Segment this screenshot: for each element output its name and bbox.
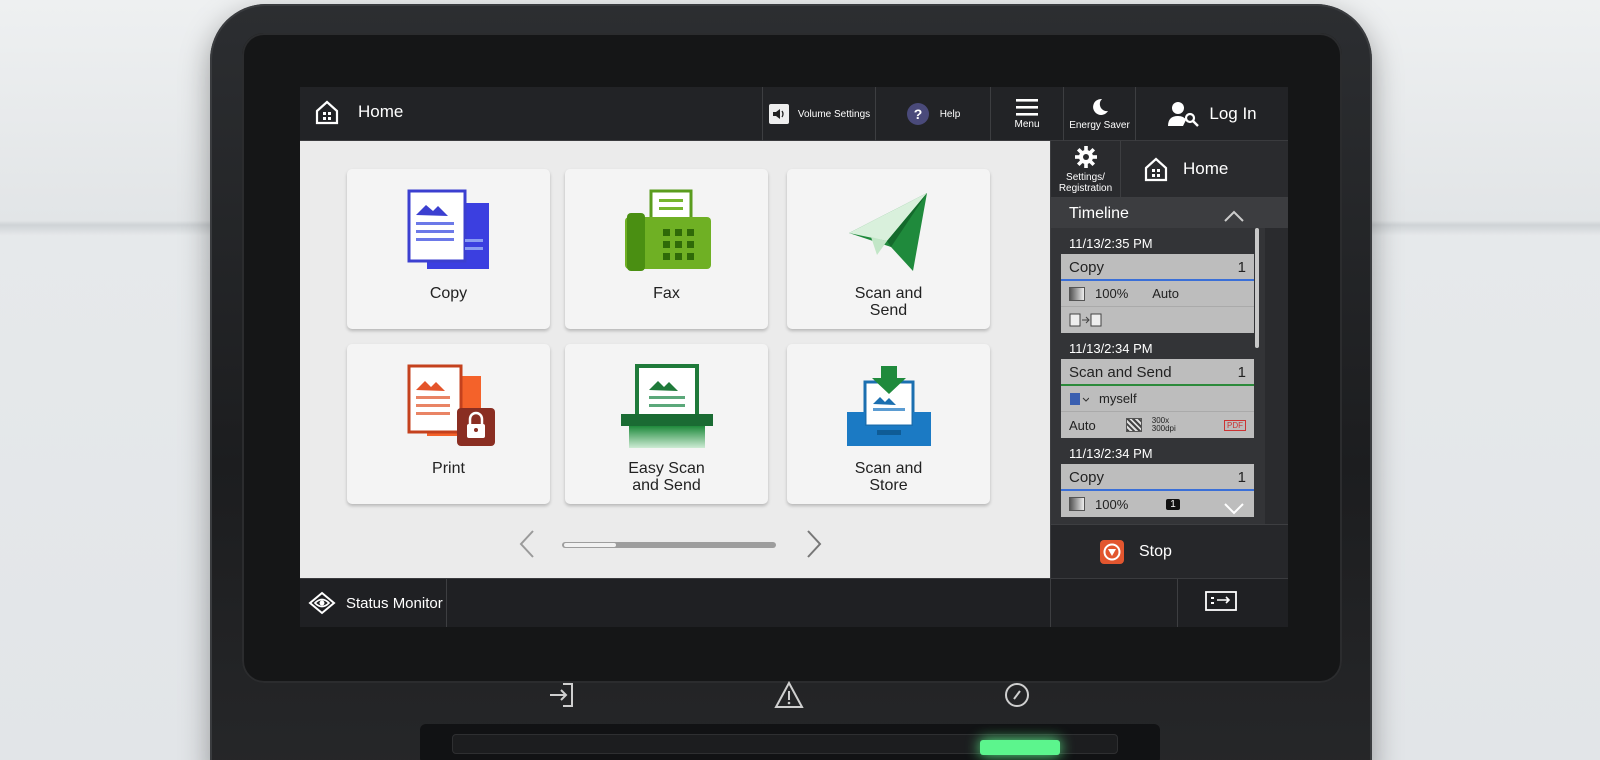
divider: [1050, 579, 1051, 627]
color-mode-icon: [1069, 497, 1085, 511]
fax-label: Fax: [653, 285, 680, 302]
divider: [1177, 579, 1178, 627]
chevron-up-icon[interactable]: [1223, 210, 1245, 222]
timeline-title: Timeline: [1069, 205, 1129, 222]
right-panel: Settings/ Registration Home Timeline 11/…: [1050, 141, 1288, 578]
job-name: Copy: [1069, 259, 1105, 276]
chevron-down-icon[interactable]: [1223, 502, 1245, 516]
copies-badge: 1: [1166, 498, 1180, 510]
bottom-bar: Status Monitor: [300, 578, 1288, 627]
log-in-label: Log In: [1209, 104, 1257, 123]
chevron-left-icon[interactable]: [518, 529, 536, 559]
settings-registration-button[interactable]: Settings/ Registration: [1051, 141, 1121, 198]
energy-saver-button[interactable]: Energy Saver: [1063, 87, 1135, 141]
print-label: Print: [432, 460, 465, 477]
home-title-label: Home: [358, 102, 404, 121]
settings-registration-label: Settings/ Registration: [1058, 171, 1113, 194]
easy-scan-and-send-label: Easy Scan and Send: [628, 460, 705, 494]
copy-icon: [394, 185, 504, 277]
job-zoom: 100%: [1095, 496, 1129, 512]
scan-and-store-label: Scan and Store: [854, 460, 923, 494]
power-icon[interactable]: [1002, 680, 1032, 710]
status-monitor-button[interactable]: Status Monitor: [300, 579, 447, 627]
home-button[interactable]: Home: [1121, 141, 1288, 198]
address-book-icon: [1070, 392, 1089, 405]
job-mode: Auto: [1152, 286, 1179, 301]
easy-scan-and-send-tile[interactable]: Easy Scan and Send: [565, 344, 768, 504]
fax-tile[interactable]: Fax: [565, 169, 768, 329]
timeline-header: Timeline: [1051, 198, 1288, 228]
hamburger-icon: [1016, 99, 1038, 116]
copy-label: Copy: [429, 285, 468, 302]
timeline-time: 11/13/2:35 PM: [1069, 236, 1153, 251]
login-key-icon[interactable]: [546, 680, 576, 710]
duplex-copy-icon: [1069, 313, 1102, 327]
job-count: 1: [1237, 364, 1246, 381]
gear-icon: [1074, 145, 1097, 168]
job-destination: myself: [1099, 391, 1137, 406]
user-key-icon: [1168, 102, 1200, 127]
svg-text:?: ?: [913, 106, 922, 122]
job-zoom: 100%: [1095, 286, 1129, 301]
job-mode: Auto: [1069, 417, 1096, 433]
stop-icon: [1100, 539, 1124, 564]
home-icon: [315, 100, 339, 125]
scan-and-store-tile[interactable]: Scan and Store: [787, 344, 990, 504]
color-mode-icon: [1069, 286, 1085, 301]
scan-and-send-tile[interactable]: Scan and Send: [787, 169, 990, 329]
eye-icon: [308, 591, 336, 615]
page-scroller: [300, 529, 1050, 559]
pdf-format-badge: PDF: [1224, 419, 1246, 431]
timeline-list[interactable]: 11/13/2:35 PM Copy 1 100% Auto 11/13/2:34 …: [1051, 228, 1265, 524]
help-icon: ?: [906, 103, 929, 125]
stop-button[interactable]: Stop: [1051, 524, 1288, 578]
menu-label: Menu: [1014, 119, 1040, 130]
fax-icon: [612, 185, 722, 277]
home-icon: [1144, 157, 1168, 182]
menu-button[interactable]: Menu: [990, 87, 1063, 141]
top-bar: Home Volume Settings ? Help Menu Energy …: [300, 87, 1288, 141]
secure-print-icon: [394, 360, 504, 452]
power-led: [980, 740, 1060, 755]
timeline-job-card[interactable]: Scan and Send 1 myself Auto 300x 300dpi PDF: [1061, 359, 1254, 438]
home-button-label: Home: [1183, 159, 1229, 178]
keyboard-icon[interactable]: [1205, 591, 1237, 611]
timeline-time: 11/13/2:34 PM: [1069, 341, 1153, 356]
stop-label: Stop: [1139, 542, 1172, 560]
job-count: 1: [1237, 469, 1246, 486]
help-label: Help: [939, 108, 961, 120]
job-count: 1: [1237, 259, 1246, 276]
help-button[interactable]: ? Help: [875, 87, 990, 141]
timeline-job-card[interactable]: Copy 1 100% Auto: [1061, 254, 1254, 333]
volume-settings-label: Volume Settings: [797, 108, 871, 120]
scan-send-icon: [834, 185, 944, 277]
warning-icon: [774, 680, 804, 708]
page-scrollbar-thumb[interactable]: [564, 543, 616, 547]
volume-settings-button[interactable]: Volume Settings: [762, 87, 875, 141]
easy-scan-icon: [612, 360, 722, 452]
timeline-scrollbar[interactable]: [1255, 228, 1259, 348]
home-title[interactable]: Home: [314, 99, 403, 125]
touch-screen: Home Volume Settings ? Help Menu Energy …: [300, 87, 1288, 627]
page-scrollbar[interactable]: [562, 542, 776, 548]
moon-icon: [1092, 98, 1108, 115]
scan-and-send-label: Scan and Send: [854, 285, 923, 319]
speaker-icon: [768, 104, 789, 124]
scan-store-icon: [834, 360, 944, 452]
job-name: Copy: [1069, 469, 1105, 486]
energy-saver-label: Energy Saver: [1069, 120, 1130, 131]
timeline-time: 11/13/2:34 PM: [1069, 446, 1153, 461]
job-name: Scan and Send: [1069, 364, 1172, 381]
job-resolution-b: 300dpi: [1151, 424, 1176, 433]
status-monitor-label: Status Monitor: [346, 594, 443, 612]
log-in-button[interactable]: Log In: [1135, 87, 1288, 141]
function-grid: Copy Fax Scan and Send Print Easy Scan a: [300, 141, 1050, 578]
print-tile[interactable]: Print: [347, 344, 550, 504]
resolution-icon: [1125, 418, 1142, 432]
copy-tile[interactable]: Copy: [347, 169, 550, 329]
chevron-right-icon[interactable]: [805, 529, 823, 559]
